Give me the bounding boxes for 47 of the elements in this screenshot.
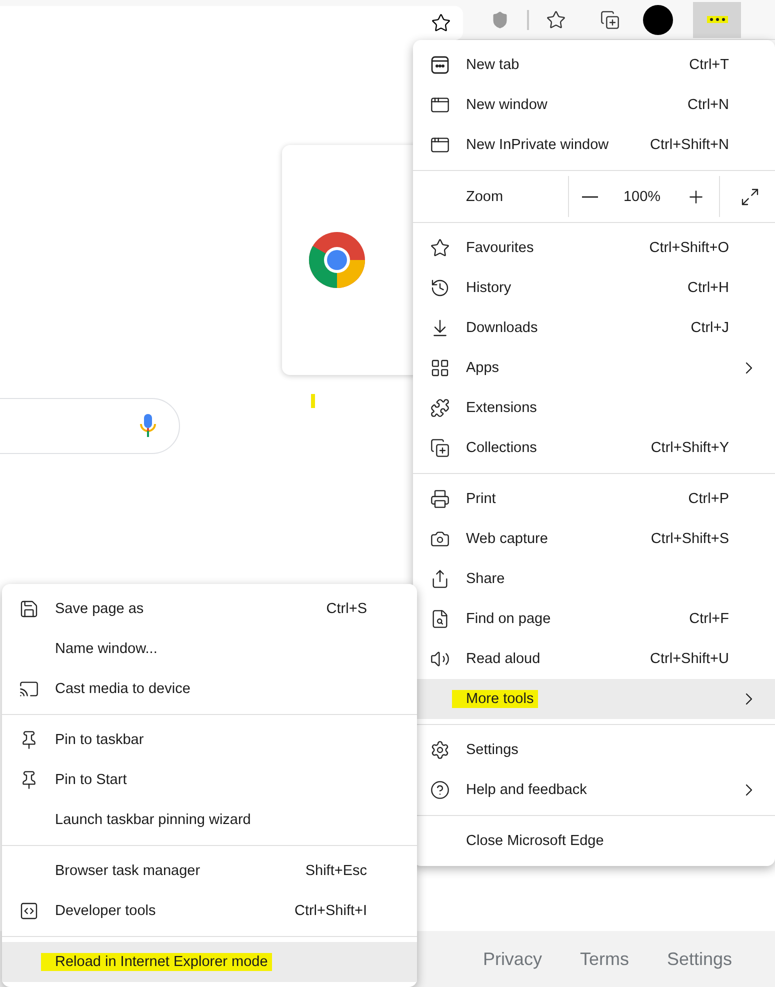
menu-item[interactable]: History Ctrl+H xyxy=(413,268,775,308)
footer-link[interactable]: Terms xyxy=(580,948,629,970)
menu-item[interactable]: Print Ctrl+P xyxy=(413,479,775,519)
share-icon xyxy=(430,569,450,589)
menu-item[interactable]: Web capture Ctrl+Shift+S xyxy=(413,519,775,559)
menu-item[interactable]: New InPrivate window Ctrl+Shift+N xyxy=(413,125,775,165)
menu-item[interactable]: Developer tools Ctrl+Shift+I xyxy=(2,891,417,931)
menu-item[interactable]: Extensions xyxy=(413,388,775,428)
menu-item[interactable]: Collections Ctrl+Shift+Y xyxy=(413,428,775,468)
menu-item[interactable]: Downloads Ctrl+J xyxy=(413,308,775,348)
profile-avatar[interactable] xyxy=(643,4,673,34)
menu-item[interactable]: New tab Ctrl+T xyxy=(413,45,775,85)
expand-icon xyxy=(740,186,760,206)
search-field[interactable] xyxy=(0,398,180,454)
window-icon xyxy=(430,135,450,155)
shield-icon[interactable] xyxy=(491,10,509,28)
footer-link[interactable]: Privacy xyxy=(482,948,542,970)
cast-icon xyxy=(19,679,39,699)
help-icon xyxy=(430,780,450,800)
circle-logo-icon xyxy=(308,231,366,289)
code-icon xyxy=(19,901,39,921)
settings-icon xyxy=(430,740,450,760)
speaker-icon xyxy=(430,649,450,669)
grid-icon xyxy=(430,358,450,378)
footer-link[interactable]: Settings xyxy=(666,948,732,970)
tab-icon xyxy=(430,55,450,75)
zoom-label: Zoom xyxy=(465,188,504,204)
menu-item[interactable]: New window Ctrl+N xyxy=(413,85,775,125)
puzzle-icon xyxy=(430,398,450,418)
zoom-value: 100% xyxy=(623,188,661,204)
menu-item[interactable]: Reload in Internet Explorer mode xyxy=(2,942,417,982)
favourites-icon[interactable] xyxy=(546,10,566,30)
collections-icon[interactable] xyxy=(600,10,620,30)
menu-item[interactable]: Favourites Ctrl+Shift+O xyxy=(413,228,775,268)
printer-icon xyxy=(430,489,450,509)
search-icon xyxy=(430,609,450,629)
menu-item[interactable]: Apps xyxy=(413,348,775,388)
microphone-icon xyxy=(139,413,157,439)
minus-icon xyxy=(582,196,598,198)
star-icon xyxy=(430,238,450,258)
save-icon xyxy=(19,599,39,619)
window-icon xyxy=(430,95,450,115)
marker-stroke xyxy=(311,394,315,408)
camera-icon xyxy=(430,529,450,549)
collections-icon xyxy=(430,438,450,458)
zoom-out-button[interactable] xyxy=(580,194,600,200)
history-icon xyxy=(430,278,450,298)
